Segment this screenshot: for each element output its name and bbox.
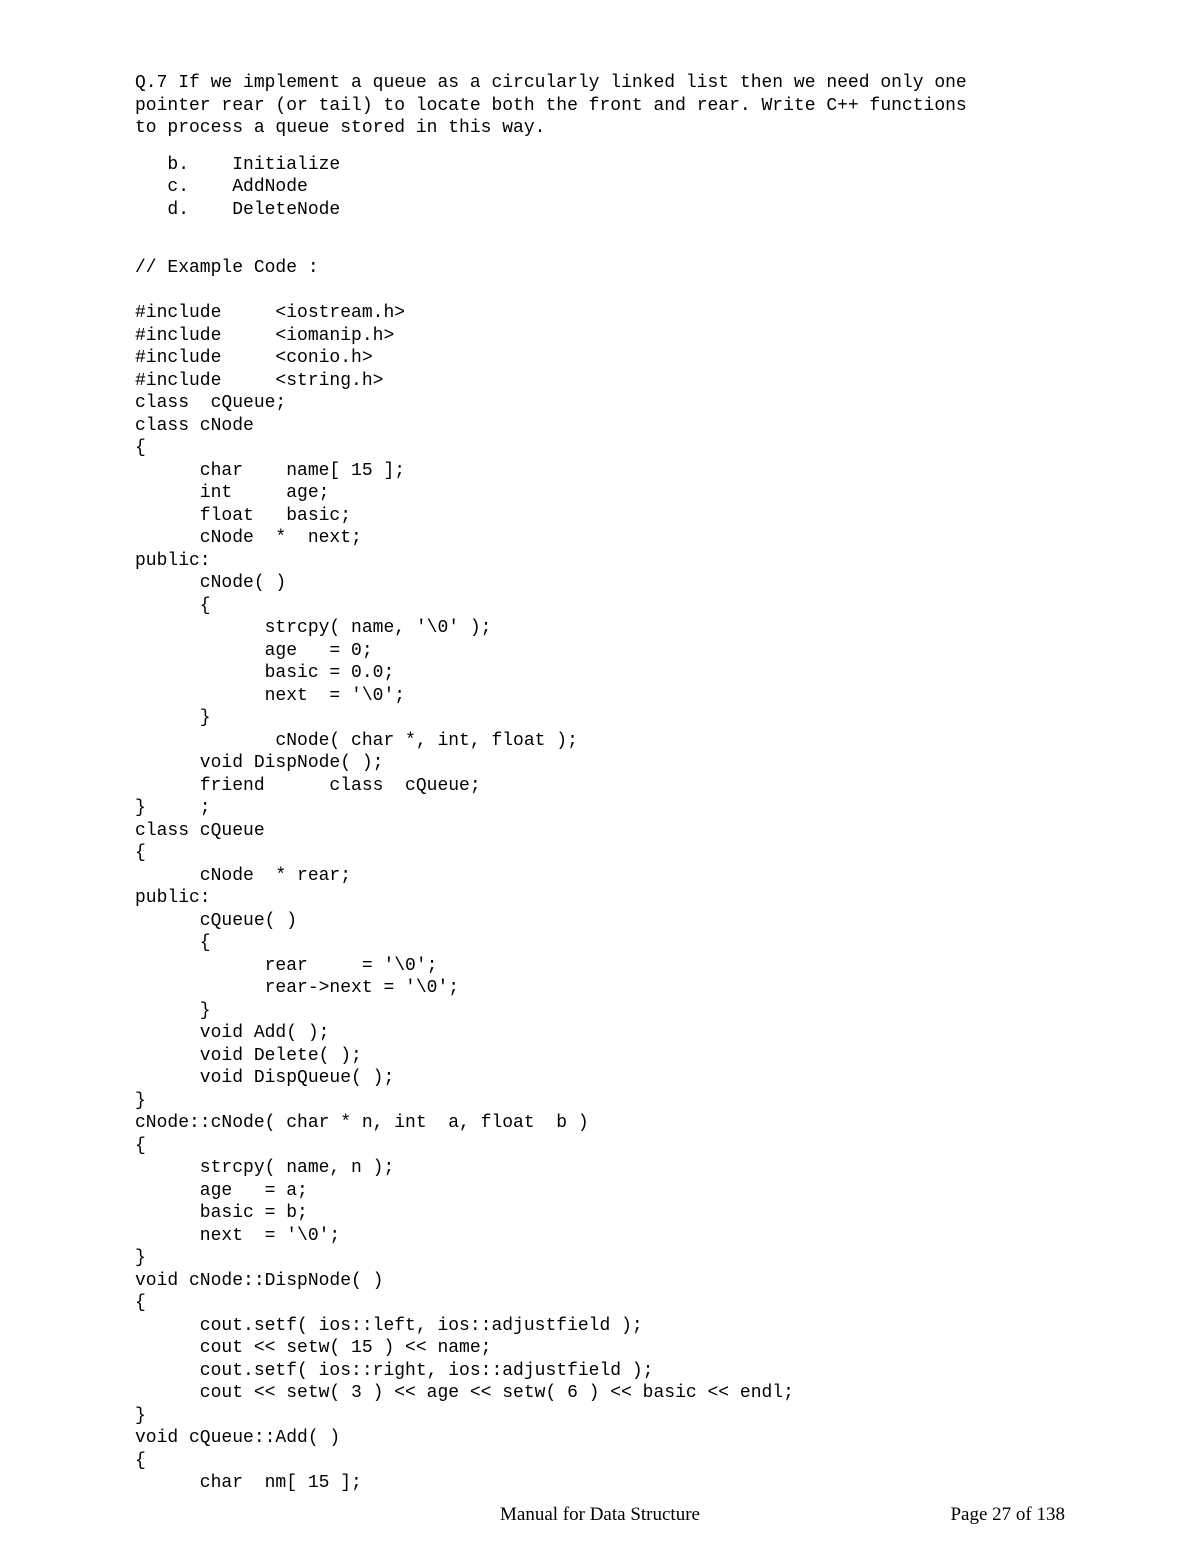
footer-page-number: Page 27 of 138 <box>950 1503 1065 1527</box>
code-listing: // Example Code : #include <iostream.h> … <box>135 257 1065 1495</box>
question-text: Q.7 If we implement a queue as a circula… <box>135 72 1065 140</box>
document-page: Q.7 If we implement a queue as a circula… <box>0 0 1200 1555</box>
footer-title: Manual for Data Structure <box>500 1503 700 1527</box>
options-list: b. Initialize c. AddNode d. DeleteNode <box>135 154 1065 222</box>
spacer <box>135 221 1065 257</box>
page-footer: Manual for Data Structure Page 27 of 138 <box>0 1503 1200 1527</box>
